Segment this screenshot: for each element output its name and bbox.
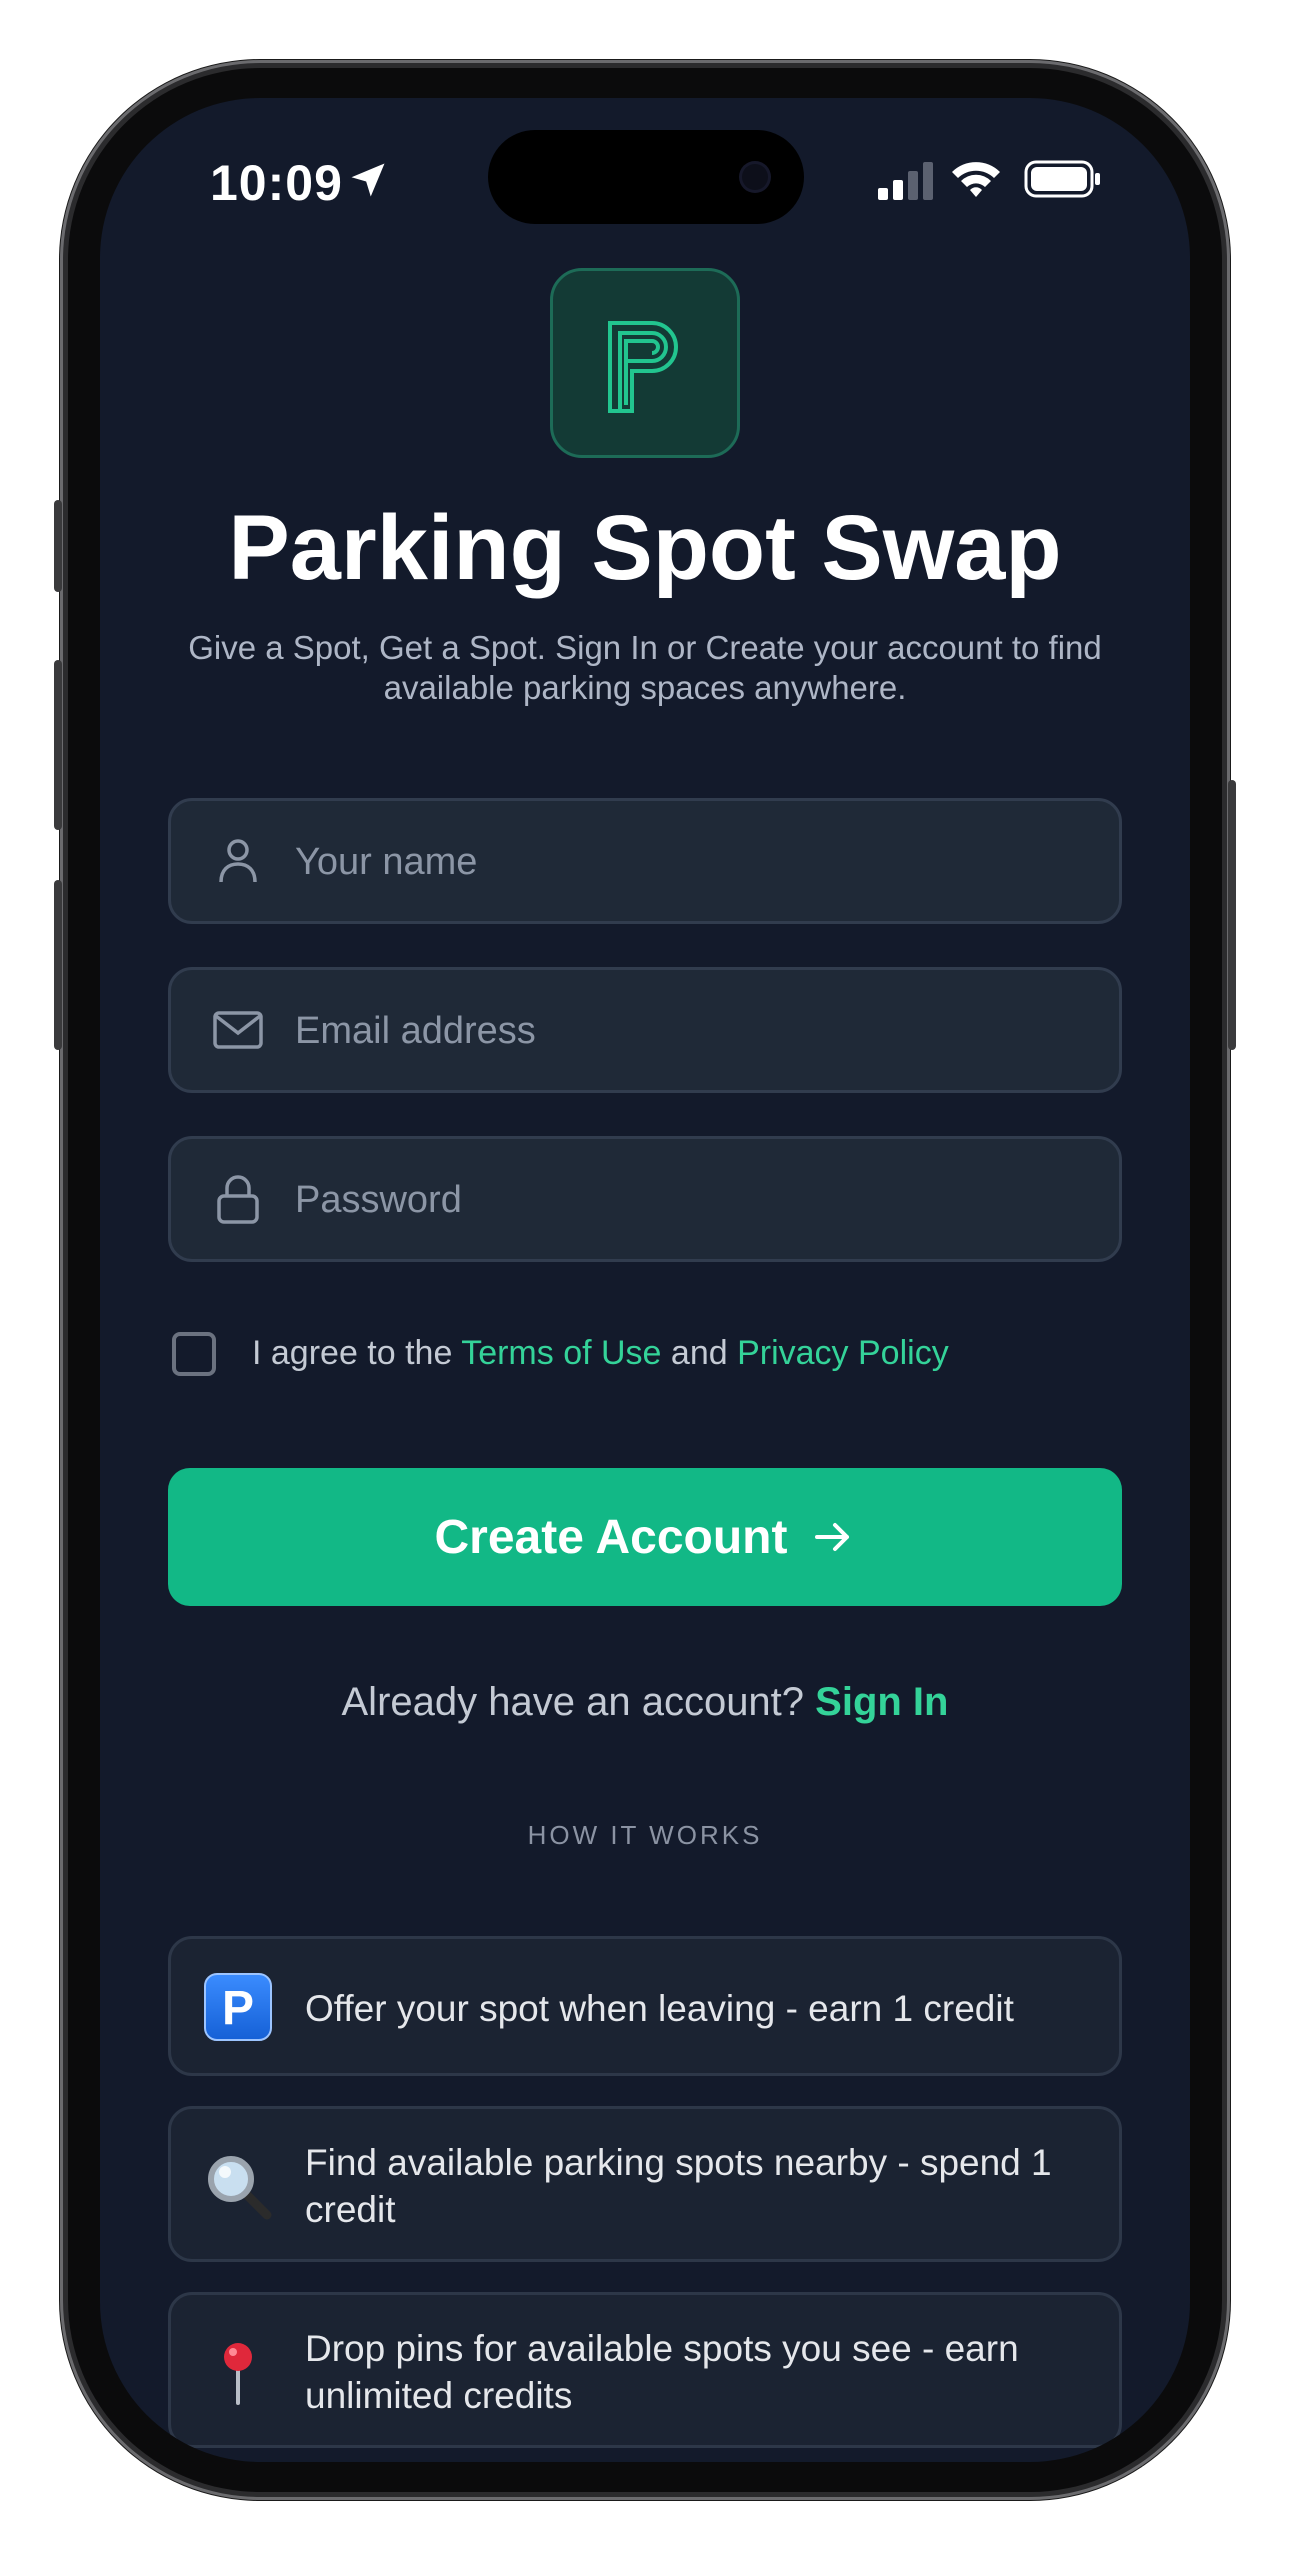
dynamic-island xyxy=(488,130,804,224)
front-camera xyxy=(742,164,768,190)
app-subtitle: Give a Spot, Get a Spot. Sign In or Crea… xyxy=(188,629,1102,706)
user-icon xyxy=(219,839,257,883)
parking-sign-icon: P xyxy=(204,1973,272,2041)
location-arrow-icon xyxy=(351,163,385,197)
svg-text:P: P xyxy=(222,1982,254,2035)
envelope-icon xyxy=(213,1011,263,1049)
privacy-policy-link[interactable]: Privacy Policy xyxy=(737,1334,949,1372)
volume-up-button xyxy=(54,660,62,830)
card-text: Offer your spot when leaving - earn 1 cr… xyxy=(305,1988,1014,2029)
terms-agreement-row: I agree to the Terms of Use and Privacy … xyxy=(172,1324,1122,1384)
sign-in-link[interactable]: Sign In xyxy=(815,1680,948,1724)
agree-prefix: I agree to the xyxy=(252,1334,462,1372)
cellular-signal-icon xyxy=(878,162,933,200)
app-title: Parking Spot Swap xyxy=(228,497,1062,599)
password-field[interactable] xyxy=(168,1136,1122,1262)
card-text: Drop pins for available spots you see - … xyxy=(305,2328,1019,2416)
action-button xyxy=(54,500,62,592)
power-button xyxy=(1228,780,1236,1050)
name-field[interactable] xyxy=(168,798,1122,924)
signin-prompt-row: Already have an account? Sign In xyxy=(100,1680,1190,1725)
email-field[interactable] xyxy=(168,967,1122,1093)
pushpin-icon xyxy=(224,2343,252,2405)
app-logo xyxy=(550,268,740,458)
card-text: Find available parking spots nearby - sp… xyxy=(305,2142,1052,2230)
app-screen: 10:09 Parking Spot Swap Give a Spot, Get… xyxy=(100,98,1190,2462)
arrow-right-icon xyxy=(815,1523,850,1551)
volume-down-button xyxy=(54,880,62,1050)
status-bar: 10:09 xyxy=(100,98,1190,238)
name-input[interactable] xyxy=(293,801,1097,923)
battery-icon xyxy=(1024,160,1100,198)
how-it-works-card: P Offer your spot when leaving - earn 1 … xyxy=(168,1936,1122,2076)
terms-agreement-text: I agree to the Terms of Use and Privacy … xyxy=(252,1334,949,1373)
how-it-works-card: Drop pins for available spots you see - … xyxy=(168,2292,1122,2448)
create-account-button[interactable]: Create Account xyxy=(168,1468,1122,1606)
terms-of-use-link[interactable]: Terms of Use xyxy=(461,1334,661,1372)
signin-prompt: Already have an account? xyxy=(341,1680,816,1724)
magnifying-glass-icon xyxy=(208,2156,272,2220)
lock-icon xyxy=(217,1175,259,1224)
wifi-icon xyxy=(952,162,1000,197)
how-it-works-card: Find available parking spots nearby - sp… xyxy=(168,2106,1122,2262)
agree-and: and xyxy=(661,1334,738,1372)
parking-logo-icon xyxy=(608,321,678,413)
password-input[interactable] xyxy=(293,1139,1097,1261)
create-account-label: Create Account xyxy=(434,1510,788,1564)
terms-checkbox[interactable] xyxy=(172,1332,216,1376)
status-time: 10:09 xyxy=(210,155,343,211)
how-it-works-heading: HOW IT WORKS xyxy=(527,1820,763,1850)
email-input[interactable] xyxy=(293,970,1097,1092)
